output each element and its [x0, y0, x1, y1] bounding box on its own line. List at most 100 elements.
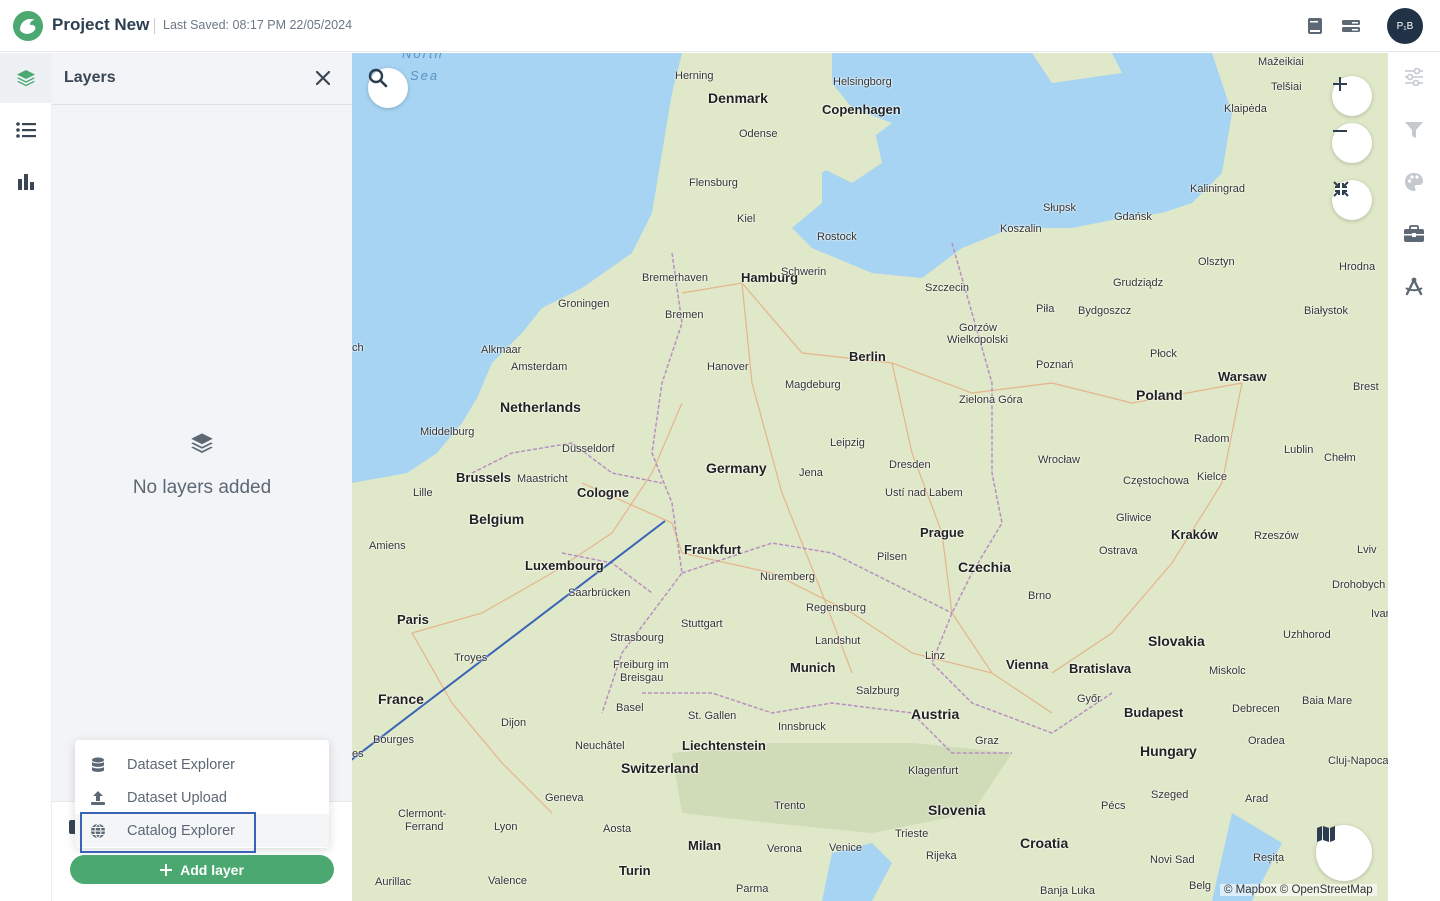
settings-sliders-button[interactable] [1388, 57, 1440, 97]
map-canvas[interactable]: North Sea Denmark Herning Helsingborg Co… [352, 53, 1388, 901]
map-label: Szeged [1151, 789, 1189, 801]
map-label: Slovakia [1148, 633, 1205, 649]
map-label: Ivan [1371, 608, 1388, 620]
zoom-out-button[interactable] [1332, 123, 1372, 163]
layers-panel-header: Layers [52, 53, 352, 105]
map-label: Drohobych [1332, 579, 1386, 591]
no-layers-text: No layers added [132, 477, 272, 498]
layers-icon [17, 70, 35, 87]
add-layer-label: Add layer [180, 861, 244, 878]
map-label: Győr [1077, 693, 1101, 705]
map-label: Piła [1036, 303, 1055, 315]
map-label: Poland [1136, 387, 1183, 403]
plus-icon [1333, 77, 1347, 91]
map-label: Herning [675, 70, 714, 82]
map-label: Dresden [889, 459, 931, 471]
map-label: Budapest [1124, 705, 1184, 720]
rail-legend-button[interactable] [0, 105, 52, 155]
map-label: Maastricht [517, 473, 568, 485]
map-label: Luxembourg [525, 558, 604, 573]
menu-item-dataset-explorer[interactable]: Dataset Explorer [75, 748, 329, 781]
book-icon[interactable] [1304, 15, 1326, 37]
add-layer-menu: Dataset Explorer Dataset Upload Catalog … [75, 740, 329, 848]
map-label: Płock [1150, 348, 1177, 360]
style-palette-button[interactable] [1388, 162, 1440, 202]
map-label: Brussels [456, 470, 511, 485]
map-label: Munich [790, 660, 836, 675]
left-tool-rail [0, 53, 52, 901]
bar-chart-icon [18, 174, 34, 190]
globe-icon [89, 822, 107, 840]
map-label: Hungary [1140, 743, 1197, 759]
map-label: Gorzów [959, 322, 997, 334]
map-label: Cologne [577, 485, 629, 500]
zoom-in-button[interactable] [1332, 76, 1372, 116]
map-label: Bratislava [1069, 661, 1132, 676]
map-label: Lyon [494, 821, 518, 833]
map-label: Słupsk [1043, 202, 1077, 214]
user-avatar[interactable]: P₁B [1387, 8, 1423, 44]
map-label: Prague [920, 525, 965, 540]
sliders-icon [1405, 68, 1423, 86]
map-label: Debrecen [1232, 703, 1280, 715]
map-label: Lublin [1284, 444, 1314, 456]
map-label: St. Gallen [688, 710, 737, 722]
fullscreen-toggle-button[interactable] [1332, 180, 1372, 220]
app-logo-icon[interactable] [12, 10, 44, 42]
map-label: Klaipėda [1224, 103, 1267, 115]
map-label: Aosta [603, 823, 632, 835]
layers-panel-title: Layers [64, 69, 116, 86]
map-label: Amiens [369, 540, 406, 552]
map-label: Jena [799, 467, 823, 479]
map-label: Bremerhaven [642, 272, 709, 284]
rail-charts-button[interactable] [0, 157, 52, 207]
map-label: Amsterdam [511, 361, 568, 373]
menu-item-label: Dataset Upload [127, 789, 227, 806]
map-label: Regensburg [806, 602, 866, 614]
map-search-button[interactable] [368, 68, 408, 108]
map-label: Valence [488, 875, 527, 887]
map-label: Strasbourg [610, 632, 664, 644]
toolbox-icon [1404, 225, 1424, 242]
rail-layers-button[interactable] [0, 53, 52, 103]
map-label: Innsbruck [778, 721, 826, 733]
basemap-toggle-button[interactable] [1316, 825, 1372, 881]
map-label: Geneva [545, 792, 584, 804]
map-attribution[interactable]: © Mapbox © OpenStreetMap [1220, 884, 1377, 896]
map-label: Ustí nad Labem [885, 487, 963, 499]
map-label: Radom [1194, 433, 1230, 445]
map-label: Austria [911, 706, 960, 722]
map-label: Düsseldorf [562, 443, 615, 455]
map-label: France [378, 691, 424, 707]
map-label: Clermont- [398, 808, 447, 820]
map-label: Baia Mare [1302, 695, 1353, 707]
map-label: Graz [975, 735, 999, 747]
map-label: Bourges [373, 734, 414, 746]
layout-toggle-icon[interactable] [1340, 15, 1362, 37]
map-label: Denmark [708, 90, 768, 106]
database-icon [89, 756, 107, 774]
map-icon [1317, 826, 1335, 842]
map-label: Turin [619, 863, 651, 878]
menu-item-catalog-explorer[interactable]: Catalog Explorer [75, 814, 329, 847]
map-label: Reșița [1253, 852, 1285, 864]
drawing-tools-button[interactable] [1388, 266, 1440, 306]
toolbox-button[interactable] [1388, 214, 1440, 254]
map-label: Magdeburg [785, 379, 841, 391]
map-label: Lille [413, 487, 433, 499]
add-layer-button[interactable]: Add layer [70, 855, 334, 884]
map-label: Frankfurt [684, 542, 742, 557]
filter-button[interactable] [1388, 110, 1440, 150]
filter-icon [1405, 122, 1423, 138]
last-saved-text: Last Saved: 08:17 PM 22/05/2024 [163, 18, 353, 32]
map-label: Alkmaar [481, 344, 522, 356]
map-label: Kaliningrad [1190, 183, 1246, 195]
project-title[interactable]: Project New [52, 15, 149, 35]
map-label: Copenhagen [822, 102, 901, 117]
menu-item-dataset-upload[interactable]: Dataset Upload [75, 781, 329, 814]
search-icon [368, 68, 388, 88]
map-label: es [352, 748, 364, 760]
close-panel-button[interactable] [312, 67, 334, 89]
map-label: Białystok [1304, 305, 1349, 317]
minus-icon [1333, 130, 1347, 132]
